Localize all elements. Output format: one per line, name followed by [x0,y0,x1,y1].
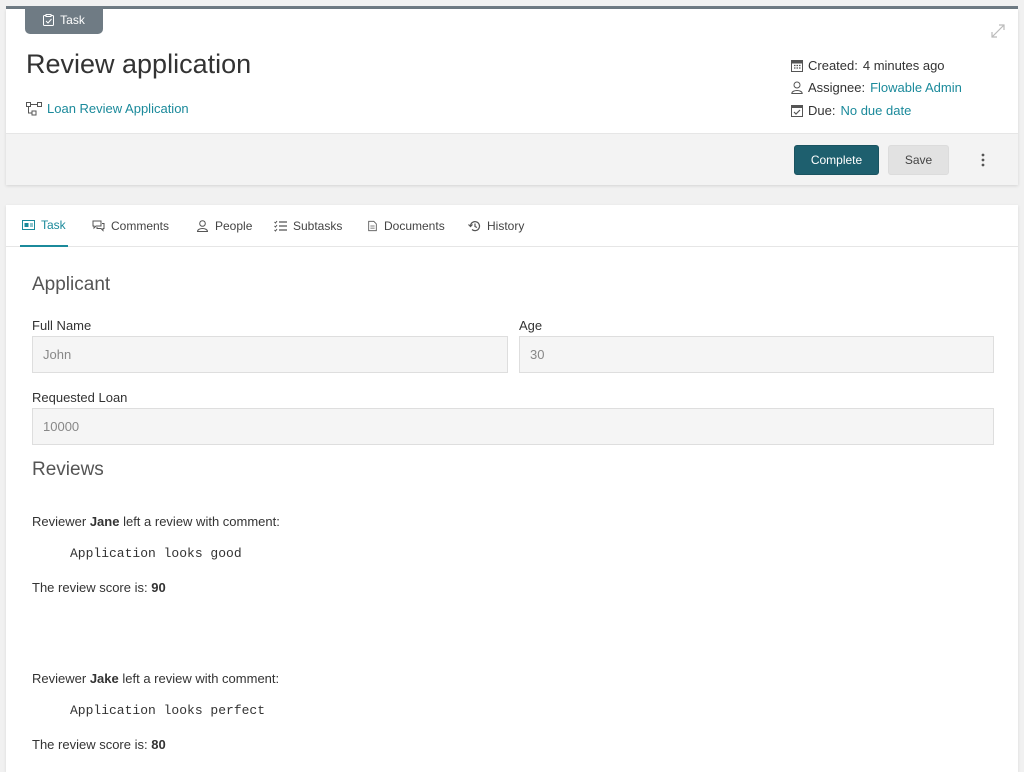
complete-button[interactable]: Complete [794,145,879,175]
reviewer-suffix: left a review with comment: [122,671,280,686]
tab-label: Task [41,218,66,232]
tab-bar: Task Comments People Subtasks Documents … [6,205,1018,247]
requested-loan-input[interactable] [32,408,994,445]
review-comment: Application looks good [70,546,242,561]
tab-label: People [215,218,253,233]
requested-loan-label: Requested Loan [32,390,128,405]
process-diagram-icon [26,101,42,115]
review-score-line: The review score is: 80 [32,737,166,752]
task-content: Task Comments People Subtasks Documents … [6,205,1018,772]
task-meta: Created: 4 minutes ago Assignee: Flowabl… [791,54,962,122]
tab-label: Documents [384,218,445,233]
calendar-check-icon [791,104,803,117]
reviewer-prefix: Reviewer [32,671,87,686]
process-link[interactable]: Loan Review Application [26,101,189,116]
document-icon [368,220,377,231]
due-label: Due: [808,102,836,118]
task-form-icon [22,220,35,230]
reviewer-line: Reviewer Jane left a review with comment… [32,514,280,529]
task-type-badge: Task [25,6,103,34]
person-icon [791,81,803,95]
tab-label: Comments [111,218,170,233]
created-label: Created: [808,57,858,73]
review-score-line: The review score is: 90 [32,580,166,595]
applicant-section-title: Applicant [32,274,111,295]
page-title: Review application [26,49,252,79]
assignee-link[interactable]: Flowable Admin [870,80,962,95]
save-button[interactable]: Save [888,145,949,175]
reviews-section-title: Reviews [32,459,104,480]
created-value: 4 minutes ago [862,57,945,73]
reviewer-prefix: Reviewer [32,514,87,529]
task-header: Task Review application Loan Review Appl… [6,6,1018,185]
meta-created: Created: 4 minutes ago [791,54,962,77]
reviewer-line: Reviewer Jake left a review with comment… [32,671,279,686]
tab-label: Subtasks [293,218,343,233]
expand-icon[interactable] [990,23,1006,39]
score-label: The review score is: [32,737,148,752]
tab-label: History [487,218,525,233]
meta-due: Due: No due date [791,99,962,122]
assignee-label: Assignee: [808,80,866,96]
reviewer-name: Jane [89,514,120,529]
review-comment: Application looks perfect [70,703,266,718]
score-value: 80 [151,737,166,752]
full-name-input[interactable] [32,336,508,373]
tab-task[interactable]: Task [20,205,68,247]
tab-documents[interactable]: Documents [367,205,445,246]
person-icon [196,219,209,232]
score-value: 90 [151,580,166,595]
meta-assignee: Assignee: Flowable Admin [791,77,962,100]
tab-subtasks[interactable]: Subtasks [274,205,342,246]
history-icon [468,220,481,231]
process-link-label[interactable]: Loan Review Application [47,101,189,116]
tab-comments[interactable]: Comments [92,205,169,246]
tab-people[interactable]: People [196,205,252,246]
calendar-icon [791,59,803,72]
clipboard-icon [43,14,55,26]
action-bar: Complete Save [6,133,1018,185]
age-label: Age [519,318,543,333]
full-name-label: Full Name [32,318,92,333]
reviewer-name: Jake [89,671,119,686]
list-icon [274,220,287,232]
tab-history[interactable]: History [468,205,524,246]
more-options-icon[interactable] [977,152,989,168]
reviewer-suffix: left a review with comment: [123,514,280,529]
age-input[interactable] [519,336,994,373]
due-date-link[interactable]: No due date [840,103,911,118]
comments-icon [92,220,105,232]
task-type-label: Task [60,13,85,27]
score-label: The review score is: [32,580,148,595]
